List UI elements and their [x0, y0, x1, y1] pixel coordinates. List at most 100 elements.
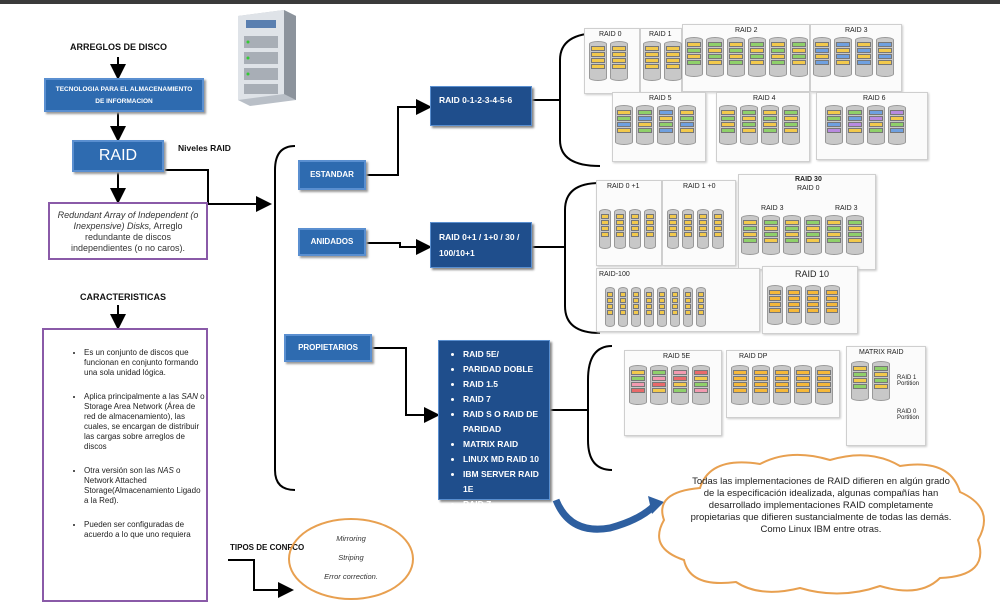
disk-icon [629, 365, 647, 405]
disk-block [817, 376, 831, 381]
disk-block [769, 290, 781, 295]
disk-icon [650, 365, 668, 405]
disk-block [638, 116, 652, 121]
caracteristicas-list: Es un conjunto de discos que funcionan e… [44, 348, 206, 540]
cloud-text: Todas las implementaciones de RAID difie… [690, 476, 952, 535]
panel-raid100: RAID-100 [596, 268, 760, 332]
disk-icon [767, 285, 783, 325]
disk-icon [678, 105, 696, 145]
disk-icon [824, 285, 840, 325]
disk-block [680, 128, 694, 133]
disk-icon [783, 215, 801, 255]
disk-block [652, 382, 666, 387]
disk-icon [762, 215, 780, 255]
disk-block [633, 304, 639, 309]
disk-block [788, 296, 800, 301]
caracteristicas-heading: CARACTERISTICAS [80, 292, 167, 302]
disk-block [785, 226, 799, 231]
disk-block [733, 388, 747, 393]
disk-block [685, 304, 691, 309]
disk-block [680, 116, 694, 121]
disk-icon [741, 215, 759, 255]
disk-block [699, 214, 707, 219]
disk-icon [731, 365, 749, 405]
disk-block [616, 226, 624, 231]
disk-block [591, 64, 605, 69]
disk-icon [696, 287, 706, 327]
disk-block [784, 122, 798, 127]
disk-block [684, 232, 692, 237]
estandar-box: ESTANDAR [298, 160, 366, 190]
disk-block [607, 292, 613, 297]
disk-block [652, 370, 666, 375]
disk-icon [610, 41, 628, 81]
disk-icon [813, 37, 831, 77]
panel-raid5e: RAID 5E [624, 350, 722, 436]
disk-block [784, 110, 798, 115]
disk-block [764, 220, 778, 225]
panel-raid0: RAID 0 [584, 28, 640, 94]
disk-block [612, 58, 626, 63]
disk-block [646, 232, 654, 237]
disk-block [785, 232, 799, 237]
disk-block [699, 232, 707, 237]
disk-block [638, 110, 652, 115]
disk-block [638, 122, 652, 127]
list-item: PARIDAD DOBLE [463, 362, 549, 377]
disk-block [699, 226, 707, 231]
disk-block [591, 52, 605, 57]
disk-block [659, 298, 665, 303]
propietarios-levels-box: RAID 5E/ PARIDAD DOBLE RAID 1.5 RAID 7 R… [438, 340, 550, 509]
disk-block [775, 376, 789, 381]
tipo-striping: Striping [338, 553, 364, 562]
disk-icon [589, 41, 607, 81]
disk-block [878, 60, 892, 65]
disk-block [848, 220, 862, 225]
disk-block [659, 122, 673, 127]
disk-block [646, 214, 654, 219]
disk-block [763, 110, 777, 115]
disk-icon [712, 209, 724, 249]
disk-block [733, 382, 747, 387]
disk-block [817, 382, 831, 387]
disk-block [869, 110, 883, 115]
disk-icon [657, 287, 667, 327]
propietarios-box: PROPIETARIOS [284, 334, 372, 362]
disk-icon [605, 287, 615, 327]
panel-matrix: MATRIX RAID RAID 1 Portition RAID 0 Portit… [846, 346, 926, 446]
disk-icon [667, 209, 679, 249]
caracteristicas-box: Es un conjunto de discos que funcionan e… [42, 328, 208, 602]
disk-icon [685, 37, 703, 77]
disk-block [729, 42, 743, 47]
disk-block [631, 376, 645, 381]
disk-block [591, 58, 605, 63]
disk-block [848, 238, 862, 243]
disk-block [869, 122, 883, 127]
disk-block [616, 214, 624, 219]
disk-block [631, 214, 639, 219]
disk-block [673, 382, 687, 387]
disk-block [874, 366, 888, 371]
disk-block [612, 64, 626, 69]
disk-block [617, 116, 631, 121]
list-item: Aplica principalmente a las SAN o Storag… [84, 392, 206, 452]
disk-block [890, 110, 904, 115]
propietarios-list: RAID 5E/ PARIDAD DOBLE RAID 1.5 RAID 7 R… [439, 347, 549, 512]
disk-block [631, 220, 639, 225]
disk-block [848, 116, 862, 121]
disk-icon [815, 365, 833, 405]
disk-block [694, 370, 708, 375]
disk-block [853, 366, 867, 371]
disk-block [754, 388, 768, 393]
list-item: Otra versión son las NAS o Network Attac… [84, 466, 206, 506]
disk-block [796, 388, 810, 393]
disk-block [826, 302, 838, 307]
disk-block [708, 54, 722, 59]
disk-block [827, 122, 841, 127]
disk-block [729, 54, 743, 59]
disk-block [673, 376, 687, 381]
disk-block [646, 226, 654, 231]
disk-block [743, 226, 757, 231]
disk-block [687, 60, 701, 65]
disk-block [853, 384, 867, 389]
